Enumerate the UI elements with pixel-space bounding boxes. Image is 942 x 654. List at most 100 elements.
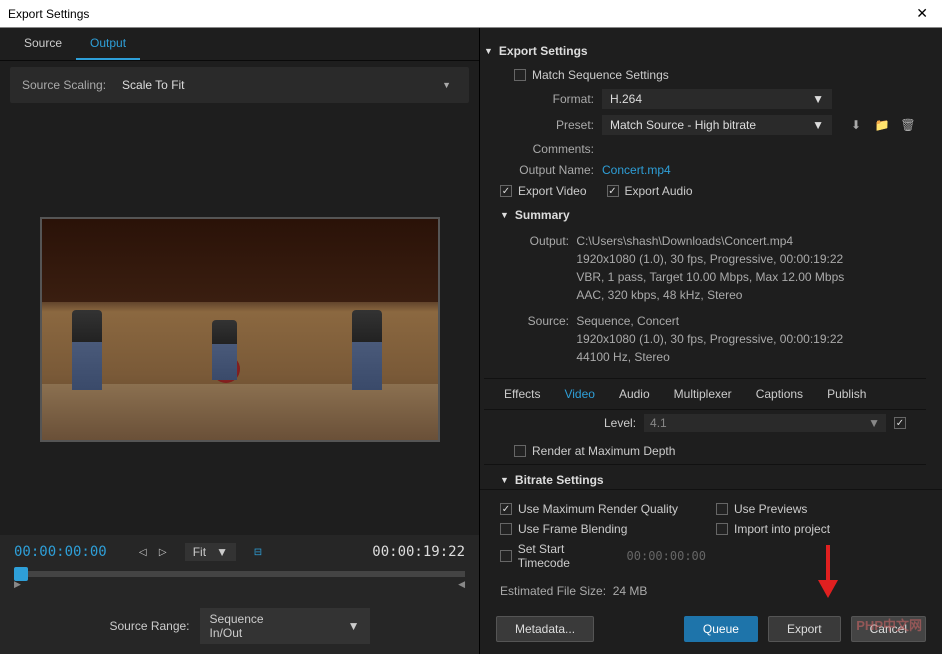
output-name-row: Output Name: Concert.mp4 xyxy=(484,160,926,180)
export-tabs: Effects Video Audio Multiplexer Captions… xyxy=(484,378,926,410)
chevron-down-icon: ▼ xyxy=(216,545,228,559)
bottom-options: Use Maximum Render Quality Use Previews … xyxy=(480,492,942,580)
source-scaling-label: Source Scaling: xyxy=(22,78,106,92)
current-time[interactable]: 00:00:00:00 xyxy=(14,544,107,560)
use-previews-label: Use Previews xyxy=(734,502,807,516)
level-dropdown[interactable]: 4.1 ▼ xyxy=(644,414,886,432)
tab-audio[interactable]: Audio xyxy=(607,379,662,409)
out-point-icon[interactable]: ◀ xyxy=(458,579,465,590)
prev-frame-icon[interactable]: ◁ xyxy=(135,544,151,560)
timeline-scrubber[interactable] xyxy=(14,571,465,577)
next-frame-icon[interactable]: ▷ xyxy=(155,544,171,560)
chevron-down-icon: ▼ xyxy=(812,92,824,106)
render-max-depth-label: Render at Maximum Depth xyxy=(532,444,675,458)
time-controls: 00:00:00:00 ◁ ▷ Fit ▼ ⊟ 00:00:19:22 xyxy=(14,543,465,561)
summary-header[interactable]: ▼ Summary xyxy=(484,202,926,228)
preview-area xyxy=(0,103,479,535)
left-tabs: Source Output xyxy=(0,28,479,61)
summary-output-key: Output: xyxy=(519,232,569,250)
export-video-checkbox[interactable] xyxy=(500,185,512,197)
main-layout: Source Output Source Scaling: Scale To F… xyxy=(0,28,942,654)
frame-blending-checkbox[interactable] xyxy=(500,523,512,535)
summary-title: Summary xyxy=(515,208,570,222)
chevron-down-icon: ▼ xyxy=(868,416,880,430)
max-render-quality-checkbox[interactable] xyxy=(500,503,512,515)
triangle-down-icon: ▼ xyxy=(500,210,509,220)
tab-captions[interactable]: Captions xyxy=(744,379,815,409)
save-preset-icon[interactable]: ⬇ xyxy=(848,117,864,133)
comments-label: Comments: xyxy=(514,142,594,156)
estimated-size: Estimated File Size: 24 MB xyxy=(480,580,942,608)
set-start-timecode-checkbox[interactable] xyxy=(500,550,512,562)
level-value: 4.1 xyxy=(650,416,667,430)
tab-effects[interactable]: Effects xyxy=(492,379,552,409)
summary-source-key: Source: xyxy=(519,312,569,330)
source-range-dropdown[interactable]: Sequence In/Out ▼ xyxy=(200,608,370,644)
export-button[interactable]: Export xyxy=(768,616,841,642)
source-range-value: Sequence In/Out xyxy=(210,612,298,640)
close-icon[interactable]: ✕ xyxy=(910,5,934,22)
source-scaling-value: Scale To Fit xyxy=(122,78,184,92)
import-preset-icon[interactable]: 📁 xyxy=(874,117,890,133)
aspect-ratio-icon[interactable]: ⊟ xyxy=(250,544,266,560)
timeline-playhead[interactable] xyxy=(14,567,28,581)
triangle-down-icon: ▼ xyxy=(484,46,493,56)
use-previews-checkbox[interactable] xyxy=(716,503,728,515)
left-panel: Source Output Source Scaling: Scale To F… xyxy=(0,28,480,654)
format-label: Format: xyxy=(514,92,594,106)
source-scaling-row: Source Scaling: Scale To Fit ▼ xyxy=(10,67,469,103)
import-project-checkbox[interactable] xyxy=(716,523,728,535)
format-value: H.264 xyxy=(610,92,642,106)
tab-source[interactable]: Source xyxy=(10,28,76,60)
preset-value: Match Source - High bitrate xyxy=(610,118,756,132)
output-name-link[interactable]: Concert.mp4 xyxy=(602,163,671,177)
timeline-area: 00:00:00:00 ◁ ▷ Fit ▼ ⊟ 00:00:19:22 ▶ ◀ xyxy=(0,535,479,598)
level-match-checkbox[interactable] xyxy=(894,417,906,429)
source-range-row: Source Range: Sequence In/Out ▼ xyxy=(0,598,479,654)
zoom-fit-value: Fit xyxy=(193,545,206,559)
source-scaling-dropdown[interactable]: Scale To Fit ▼ xyxy=(116,75,457,95)
format-row: Format: H.264 ▼ xyxy=(484,86,926,112)
end-time: 00:00:19:22 xyxy=(372,544,465,560)
format-dropdown[interactable]: H.264 ▼ xyxy=(602,89,832,109)
tab-publish[interactable]: Publish xyxy=(815,379,878,409)
source-range-label: Source Range: xyxy=(109,619,189,633)
tab-multiplexer[interactable]: Multiplexer xyxy=(662,379,744,409)
tab-video[interactable]: Video xyxy=(552,379,606,409)
title-bar: Export Settings ✕ xyxy=(0,0,942,28)
comments-row: Comments: xyxy=(484,138,926,160)
export-av-row: Export Video Export Audio xyxy=(484,180,926,202)
zoom-fit-dropdown[interactable]: Fit ▼ xyxy=(185,543,236,561)
delete-preset-icon[interactable]: 🗑 xyxy=(900,117,916,133)
video-preview[interactable] xyxy=(40,217,440,442)
frame-blending-label: Use Frame Blending xyxy=(518,522,627,536)
tab-output[interactable]: Output xyxy=(76,28,140,60)
chevron-down-icon: ▼ xyxy=(812,118,824,132)
bitrate-settings-header[interactable]: ▼ Bitrate Settings xyxy=(484,467,926,487)
chevron-down-icon: ▼ xyxy=(442,80,451,90)
summary-source-val: Sequence, Concert 1920x1080 (1.0), 30 fp… xyxy=(576,312,843,366)
match-sequence-label: Match Sequence Settings xyxy=(532,68,669,82)
preset-dropdown[interactable]: Match Source - High bitrate ▼ xyxy=(602,115,832,135)
set-start-timecode-label: Set Start Timecode xyxy=(518,542,617,570)
export-settings-header[interactable]: ▼ Export Settings xyxy=(484,38,926,64)
chevron-down-icon: ▼ xyxy=(348,619,360,633)
queue-button[interactable]: Queue xyxy=(684,616,758,642)
summary-source: Source: Sequence, Concert 1920x1080 (1.0… xyxy=(484,308,926,370)
window-title: Export Settings xyxy=(8,7,910,21)
render-max-depth-row: Render at Maximum Depth xyxy=(484,440,926,462)
preset-label: Preset: xyxy=(514,118,594,132)
export-audio-checkbox[interactable] xyxy=(607,185,619,197)
level-row: Level: 4.1 ▼ xyxy=(484,410,926,440)
preset-actions: ⬇ 📁 🗑 xyxy=(848,117,916,133)
match-sequence-row: Match Sequence Settings xyxy=(484,64,926,86)
playback-controls: ◁ ▷ xyxy=(135,544,171,560)
estimated-value: 24 MB xyxy=(613,584,648,598)
render-max-depth-checkbox[interactable] xyxy=(514,445,526,457)
start-timecode-value[interactable]: 00:00:00:00 xyxy=(627,549,706,563)
match-sequence-checkbox[interactable] xyxy=(514,69,526,81)
metadata-button[interactable]: Metadata... xyxy=(496,616,594,642)
settings-scroll[interactable]: ▼ Export Settings Match Sequence Setting… xyxy=(480,28,942,487)
comments-input[interactable] xyxy=(602,141,926,157)
timeline-markers: ▶ ◀ xyxy=(14,579,465,590)
